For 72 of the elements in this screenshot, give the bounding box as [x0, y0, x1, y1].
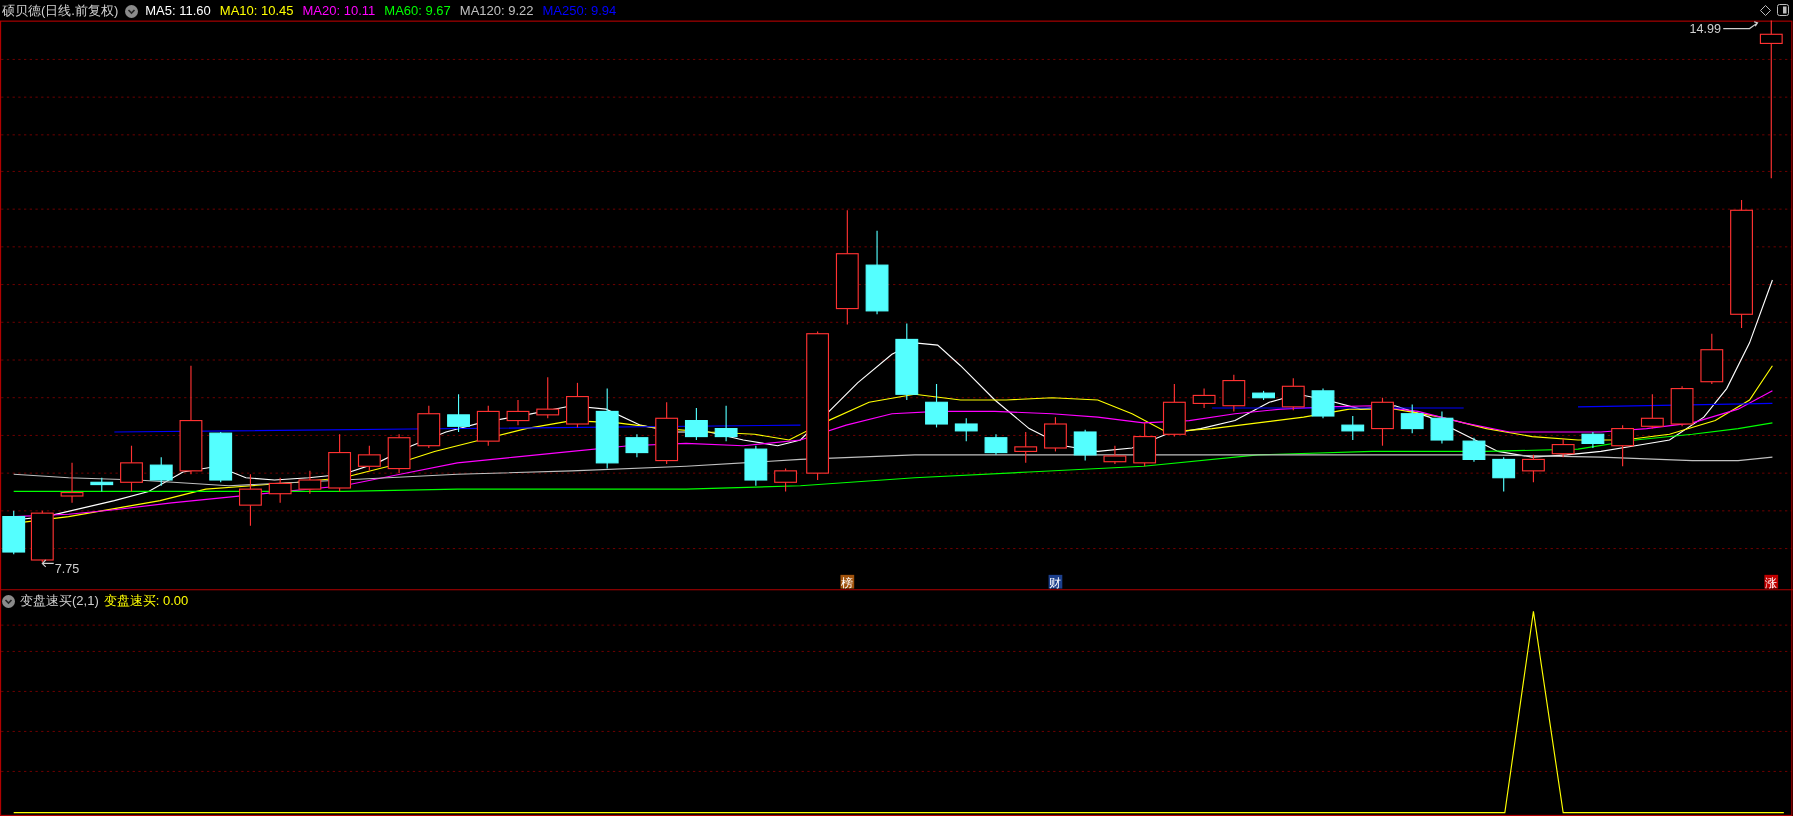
candlestick: [1014, 431, 1038, 464]
candlestick: [120, 445, 143, 492]
candlestick: [1281, 377, 1305, 411]
candlestick: [1044, 416, 1067, 452]
candlestick: [149, 456, 173, 487]
candlestick: [506, 399, 530, 426]
arrow-icon: [1722, 21, 1759, 30]
candlestick: [239, 473, 262, 527]
moving-average-value: MA60: 9.67: [384, 2, 451, 20]
candlestick: [1700, 333, 1724, 385]
candlestick: [1341, 415, 1365, 441]
candlestick: [1103, 445, 1127, 465]
candlestick: [684, 407, 708, 441]
candlestick: [1133, 422, 1157, 467]
candlestick: [357, 445, 381, 472]
arrow-icon: [41, 559, 55, 568]
candlestick: [1371, 397, 1394, 447]
candlestick: [268, 477, 292, 504]
collapse-icon[interactable]: [125, 4, 139, 18]
candlestick: [447, 393, 470, 433]
candlestick: [954, 417, 978, 442]
candlestick: [536, 376, 560, 419]
candlestick: [328, 433, 352, 492]
candlestick: [655, 401, 679, 465]
moving-average-value: MA5: 11.60: [145, 2, 211, 20]
candlestick: [298, 470, 322, 495]
candlestick: [1551, 438, 1575, 458]
indicator-value: 变盘速买: 0.00: [103, 592, 189, 610]
candlestick: [30, 510, 54, 563]
moving-average-value: MA250: 9.94: [542, 2, 617, 20]
candlestick: [1492, 456, 1516, 492]
candlestick: [566, 382, 589, 428]
candlestick: [984, 433, 1008, 456]
candlestick: [1192, 388, 1216, 409]
moving-average-value: MA20: 10.11: [302, 2, 376, 20]
candlestick: [714, 405, 738, 442]
candlestick: [60, 462, 84, 504]
candlestick: [1162, 383, 1186, 438]
moving-average-value: MA120: 9.22: [459, 2, 534, 20]
candlestick: [387, 433, 411, 474]
candlestick: [925, 383, 948, 428]
low-price-label: 7.75: [54, 561, 80, 576]
chart-title: 硕贝德(日线.前复权): [2, 2, 119, 20]
candlestick: [1670, 385, 1694, 427]
candlestick: [1400, 404, 1424, 434]
candlestick: [1311, 388, 1335, 419]
candlestick: [2, 510, 26, 555]
candlestick: [774, 468, 797, 492]
candlestick: [417, 405, 441, 449]
candlestick: [744, 445, 768, 487]
event-tag[interactable]: 榜: [840, 574, 855, 590]
candlestick: [209, 431, 233, 483]
candlestick: [1581, 431, 1605, 449]
candlestick: [1252, 390, 1275, 401]
candlestick: [1611, 424, 1635, 467]
high-price-label: 14.99: [1689, 22, 1721, 37]
candlestick: [1222, 374, 1246, 412]
event-tag[interactable]: 涨: [1764, 574, 1779, 590]
candlestick: [476, 405, 500, 447]
candlestick: [1640, 393, 1664, 430]
candlestick: [1522, 454, 1545, 483]
moving-average-value: MA10: 10.45: [219, 2, 294, 20]
collapse-icon[interactable]: [2, 594, 15, 608]
candlestick: [1430, 410, 1454, 444]
candlestick: [90, 477, 114, 492]
candlestick: [1073, 429, 1097, 462]
candlestick: [625, 433, 649, 458]
panel-toggle-icon[interactable]: [1777, 4, 1789, 16]
candlestick: [1462, 437, 1486, 463]
event-tag[interactable]: 财: [1048, 574, 1063, 590]
indicator-title: 变盘速买(2,1): [20, 592, 99, 610]
diamond-icon[interactable]: [1760, 5, 1771, 16]
